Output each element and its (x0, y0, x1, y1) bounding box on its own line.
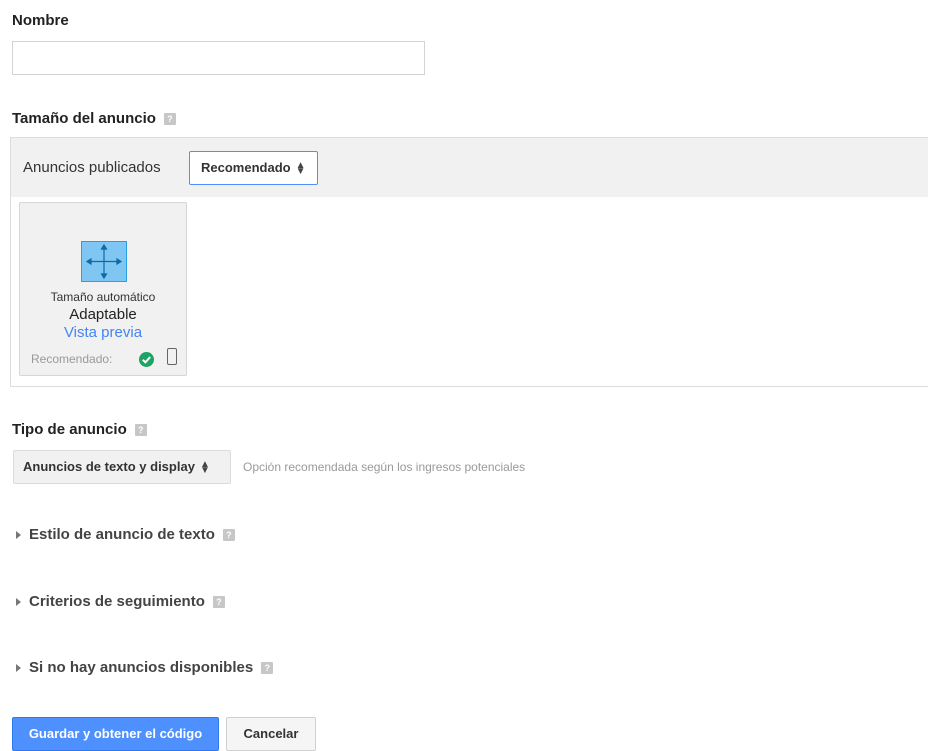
recommended-select[interactable]: Recomendado ▲ ▼ (189, 151, 318, 185)
ad-size-card-responsive[interactable]: Tamaño automático Adaptable Vista previa… (19, 202, 187, 376)
ad-type-hint: Opción recomendada según los ingresos po… (243, 460, 526, 474)
card-auto-size-text: Tamaño automático (50, 290, 156, 304)
published-ads-label: Anuncios publicados (23, 159, 161, 176)
tracking-criteria-label: Criterios de seguimiento (29, 593, 205, 610)
help-icon[interactable]: ? (163, 113, 176, 126)
help-icon[interactable]: ? (261, 662, 274, 675)
ad-type-heading: Tipo de anuncio? (12, 421, 147, 438)
no-ads-available-expander[interactable]: Si no hay anuncios disponibles? (16, 659, 274, 676)
text-ad-style-expander[interactable]: Estilo de anuncio de texto? (16, 526, 235, 543)
name-label: Nombre (12, 12, 69, 29)
mobile-phone-icon (167, 348, 177, 365)
updown-arrows-icon: ▲ ▼ (199, 458, 210, 476)
expand-triangle-icon (16, 531, 21, 540)
help-icon[interactable]: ? (222, 529, 235, 542)
preview-link[interactable]: Vista previa (20, 324, 186, 341)
ad-size-heading: Tamaño del anuncio? (12, 110, 176, 127)
name-input[interactable] (12, 41, 425, 75)
ad-type-select-value: Anuncios de texto y display (23, 459, 195, 474)
expand-triangle-icon (16, 598, 21, 607)
check-circle-icon (139, 352, 154, 367)
ad-type-label: Tipo de anuncio (12, 421, 127, 438)
help-icon[interactable]: ? (212, 596, 225, 609)
recommended-label: Recomendado: (31, 352, 113, 366)
recommended-select-value: Recomendado (201, 160, 291, 175)
no-ads-available-label: Si no hay anuncios disponibles (29, 659, 254, 676)
help-icon[interactable]: ? (134, 424, 147, 437)
expand-triangle-icon (16, 664, 21, 673)
ad-size-panel-header: Anuncios publicados Recomendado ▲ ▼ (11, 138, 928, 197)
card-responsive-text: Adaptable (69, 306, 137, 323)
move-arrows-icon (81, 241, 127, 282)
updown-arrows-icon: ▲ ▼ (295, 159, 306, 177)
text-ad-style-label: Estilo de anuncio de texto (29, 526, 215, 543)
ad-size-label: Tamaño del anuncio (12, 110, 156, 127)
ad-size-panel: Anuncios publicados Recomendado ▲ ▼ Tamaño… (10, 137, 928, 387)
tracking-criteria-expander[interactable]: Criterios de seguimiento? (16, 593, 225, 610)
ad-type-select[interactable]: Anuncios de texto y display ▲ ▼ (13, 450, 231, 484)
